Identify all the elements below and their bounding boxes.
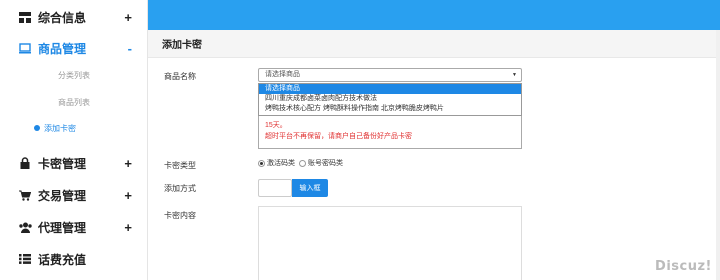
product-name-label: 商品名称 <box>164 72 196 81</box>
card-type-label: 卡密类型 <box>164 161 196 170</box>
cart-icon <box>18 188 32 202</box>
active-dot-icon <box>34 125 40 131</box>
nav-group-products[interactable]: 商品管理 - <box>0 33 148 63</box>
nav-group-transactions[interactable]: 交易管理 + <box>0 180 148 210</box>
radio-account-password-label: 账号密码类 <box>308 160 343 167</box>
lock-icon <box>18 156 32 170</box>
expand-toggle[interactable]: + <box>124 220 132 235</box>
expand-toggle[interactable]: + <box>124 188 132 203</box>
sub-item-category-list[interactable]: 分类列表 <box>0 65 148 85</box>
chevron-down-icon: ▼ <box>512 72 517 78</box>
card-type-radio-group: 激活码类 账号密码类 <box>258 158 347 168</box>
dropdown-option[interactable]: 四川重庆成都卤菜卤肉配方技术做法 <box>259 94 521 104</box>
expand-toggle[interactable]: + <box>124 10 132 25</box>
warning-line-2: 超时平台不再保留，请商户自己备份好产品卡密 <box>265 133 412 140</box>
dropdown-option[interactable]: 请选择商品 <box>259 84 521 94</box>
input-box-button[interactable]: 输入框 <box>292 179 328 197</box>
product-select[interactable]: 请选择商品 ▼ <box>258 68 522 82</box>
radio-activation-code[interactable] <box>258 159 265 167</box>
radio-account-password[interactable] <box>299 159 306 167</box>
warning-line-1: 15天。 <box>265 122 287 129</box>
warning-note: 15天。 超时平台不再保留，请商户自己备份好产品卡密 <box>258 116 522 149</box>
sub-item-add-card-label: 添加卡密 <box>44 123 76 133</box>
monitor-icon <box>18 41 32 55</box>
radio-activation-code-label: 激活码类 <box>267 160 295 167</box>
product-dropdown-list: 请选择商品 四川重庆成都卤菜卤肉配方技术做法 烤鸭技术核心配方 烤鸭酥料操作指南… <box>258 83 522 116</box>
list-icon <box>18 252 32 266</box>
card-content-textarea[interactable] <box>258 206 522 280</box>
dashboard-icon <box>18 10 32 24</box>
expand-toggle[interactable]: + <box>124 156 132 171</box>
nav-group-recharge[interactable]: 话费充值 <box>0 244 148 274</box>
top-bar <box>148 0 720 30</box>
nav-group-card-management[interactable]: 卡密管理 + <box>0 148 148 178</box>
panel-title: 添加卡密 <box>148 30 716 58</box>
users-icon <box>18 220 32 234</box>
collapse-toggle[interactable]: - <box>128 41 132 56</box>
nav-label-products: 商品管理 <box>38 41 87 56</box>
card-content-label: 卡密内容 <box>164 211 196 220</box>
add-card-panel: 添加卡密 商品名称 请选择商品 ▼ 请选择商品 四川重庆成都卤菜卤肉配方技术做法… <box>148 30 716 280</box>
nav-label-recharge: 话费充值 <box>38 252 87 267</box>
nav-label-agents: 代理管理 <box>38 220 87 235</box>
nav-label-card-management: 卡密管理 <box>38 156 87 171</box>
discuz-watermark: Discuz! <box>655 259 712 274</box>
product-select-value: 请选择商品 <box>265 71 300 78</box>
nav-group-overview[interactable]: 综合信息 + <box>0 2 148 32</box>
add-method-input[interactable] <box>258 179 292 197</box>
dropdown-option[interactable]: 烤鸭技术核心配方 烤鸭酥料操作指南 北京烤鸭脆皮烤鸭片 <box>259 104 521 114</box>
sub-item-product-list[interactable]: 商品列表 <box>0 92 148 112</box>
nav-label-overview: 综合信息 <box>38 10 87 25</box>
nav-group-agents[interactable]: 代理管理 + <box>0 212 148 242</box>
nav-label-transactions: 交易管理 <box>38 188 87 203</box>
sub-item-add-card[interactable]: 添加卡密 <box>0 118 148 138</box>
sidebar: 综合信息 + 商品管理 - 分类列表 商品列表 添加卡密 卡密管理 + 交易管理… <box>0 0 148 280</box>
add-method-label: 添加方式 <box>164 184 196 193</box>
